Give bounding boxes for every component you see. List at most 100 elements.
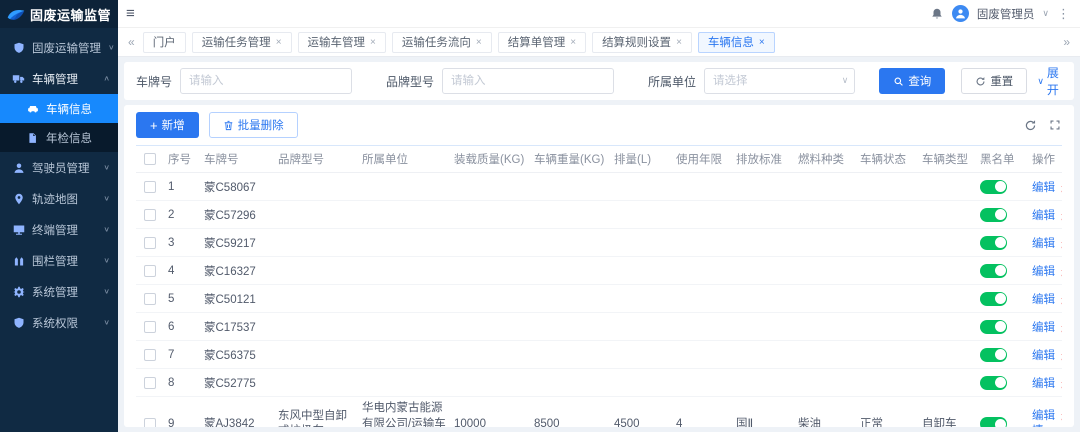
delete-link[interactable]: 删除 <box>1061 350 1062 362</box>
sidebar-item-vehicle-info[interactable]: 车辆信息 <box>0 94 118 123</box>
row-checkbox[interactable] <box>144 376 156 389</box>
sidebar-item-vehicle-mgmt[interactable]: 车辆管理 ∧ <box>0 63 118 94</box>
bell-icon[interactable] <box>930 7 944 21</box>
unit-filter-select-value[interactable] <box>704 68 856 94</box>
tab-5[interactable]: 结算规则设置 × <box>592 31 692 53</box>
content: 车牌号 品牌型号 所属单位 ∨ 查询 <box>118 57 1080 432</box>
edit-link[interactable]: 编辑 <box>1032 378 1055 390</box>
delete-link[interactable]: 删除 <box>1061 378 1062 390</box>
add-button[interactable]: + 新增 <box>136 112 199 138</box>
blacklist-toggle[interactable] <box>980 263 1007 278</box>
row-checkbox[interactable] <box>144 418 156 427</box>
edit-link[interactable]: 编辑 <box>1032 294 1055 306</box>
cell-status <box>856 172 918 201</box>
batch-delete-button[interactable]: 批量删除 <box>208 112 298 138</box>
tab-1[interactable]: 运输任务管理 × <box>191 31 292 53</box>
search-button[interactable]: 查询 <box>879 68 946 94</box>
tab-3[interactable]: 运输任务流向 × <box>391 31 492 53</box>
user-avatar[interactable] <box>951 5 969 22</box>
delete-link[interactable]: 删除 <box>1061 410 1062 422</box>
cell-displacement_l <box>610 172 672 201</box>
select-all-checkbox[interactable] <box>144 153 156 165</box>
sidebar-item-system-mgmt[interactable]: 系统管理 ∨ <box>0 276 118 307</box>
hamburger-menu-icon[interactable]: ≡ <box>126 6 135 21</box>
tab-close-icon[interactable]: × <box>676 37 682 48</box>
delete-link[interactable]: 删除 <box>1061 182 1062 194</box>
delete-link[interactable]: 删除 <box>1061 322 1062 334</box>
tab-2[interactable]: 运输车管理 × <box>297 31 386 53</box>
edit-link[interactable]: 编辑 <box>1032 410 1055 422</box>
user-name[interactable]: 固废管理员 <box>977 6 1035 22</box>
edit-link[interactable]: 编辑 <box>1032 322 1055 334</box>
tab-active-6[interactable]: 车辆信息 × <box>697 31 775 53</box>
tab-0[interactable]: 门户 <box>142 31 186 53</box>
edit-link[interactable]: 编辑 <box>1032 182 1055 194</box>
table-row: 6蒙C17537 编辑删除详情 <box>136 312 1062 341</box>
cell-load_kg: 10000 <box>450 396 530 427</box>
sidebar-item-inspection-info[interactable]: 年检信息 <box>0 123 118 152</box>
row-checkbox[interactable] <box>144 180 156 193</box>
row-checkbox[interactable] <box>144 264 156 277</box>
unit-filter-select[interactable]: ∨ <box>704 68 856 94</box>
cell-emission <box>732 312 794 341</box>
row-checkbox[interactable] <box>144 292 156 305</box>
tab-close-icon[interactable]: × <box>476 37 482 48</box>
delete-link[interactable]: 删除 <box>1061 294 1062 306</box>
cell-displacement_l <box>610 228 672 257</box>
cell-displacement_l <box>610 284 672 313</box>
delete-link[interactable]: 删除 <box>1061 238 1062 250</box>
sidebar-item-label: 终端管理 <box>32 224 78 237</box>
cell-plate: 蒙C57296 <box>200 200 274 229</box>
sidebar-item-label: 轨迹地图 <box>32 193 78 206</box>
tab-label: 结算单管理 <box>507 37 566 49</box>
brand-filter-input[interactable] <box>442 68 615 94</box>
column-header-load_kg: 装载质量(KG) <box>450 146 530 173</box>
row-checkbox-cell <box>136 200 164 229</box>
cell-index: 9 <box>164 396 200 427</box>
tab-label: 运输车管理 <box>307 37 366 49</box>
tab-4[interactable]: 结算单管理 × <box>497 31 587 53</box>
sidebar-item-waste-transport-mgmt[interactable]: 固废运输管理 ∨ <box>0 32 118 63</box>
refresh-table-icon[interactable] <box>1024 119 1037 132</box>
edit-link[interactable]: 编辑 <box>1032 238 1055 250</box>
cell-index: 3 <box>164 228 200 257</box>
tab-close-icon[interactable]: × <box>570 37 576 48</box>
cell-vtype <box>918 200 976 229</box>
tab-close-icon[interactable]: × <box>370 37 376 48</box>
blacklist-toggle[interactable] <box>980 179 1007 194</box>
row-checkbox[interactable] <box>144 348 156 361</box>
edit-link[interactable]: 编辑 <box>1032 210 1055 222</box>
cell-brand <box>274 228 358 257</box>
more-vertical-icon[interactable]: ⋮ <box>1057 6 1070 22</box>
sidebar-item-system-permission[interactable]: 系统权限 ∨ <box>0 307 118 338</box>
blacklist-toggle[interactable] <box>980 347 1007 362</box>
delete-link[interactable]: 删除 <box>1061 266 1062 278</box>
tab-close-icon[interactable]: × <box>759 37 765 48</box>
blacklist-toggle[interactable] <box>980 319 1007 334</box>
blacklist-toggle[interactable] <box>980 235 1007 250</box>
row-checkbox[interactable] <box>144 236 156 249</box>
sidebar-item-driver-mgmt[interactable]: 驾驶员管理 ∨ <box>0 152 118 183</box>
blacklist-toggle[interactable] <box>980 207 1007 222</box>
edit-link[interactable]: 编辑 <box>1032 350 1055 362</box>
cell-blacklist <box>976 200 1028 229</box>
fullscreen-icon[interactable] <box>1049 119 1062 132</box>
sidebar-item-fence-mgmt[interactable]: 围栏管理 ∨ <box>0 245 118 276</box>
sidebar-item-track-map[interactable]: 轨迹地图 ∨ <box>0 183 118 214</box>
cell-unit <box>358 340 450 369</box>
cell-blacklist <box>976 368 1028 397</box>
row-checkbox[interactable] <box>144 208 156 221</box>
plate-filter-input[interactable] <box>180 68 353 94</box>
blacklist-toggle[interactable] <box>980 417 1007 427</box>
blacklist-toggle[interactable] <box>980 375 1007 390</box>
sidebar-item-terminal-mgmt[interactable]: 终端管理 ∨ <box>0 214 118 245</box>
tabs-scroll-right-icon[interactable]: » <box>1061 35 1072 49</box>
tab-close-icon[interactable]: × <box>276 37 282 48</box>
blacklist-toggle[interactable] <box>980 291 1007 306</box>
expand-filters-link[interactable]: ∨ 展开 <box>1037 64 1062 98</box>
edit-link[interactable]: 编辑 <box>1032 266 1055 278</box>
delete-link[interactable]: 删除 <box>1061 210 1062 222</box>
row-checkbox[interactable] <box>144 320 156 333</box>
reset-button[interactable]: 重置 <box>961 68 1028 94</box>
tabs-scroll-left-icon[interactable]: « <box>126 35 137 49</box>
